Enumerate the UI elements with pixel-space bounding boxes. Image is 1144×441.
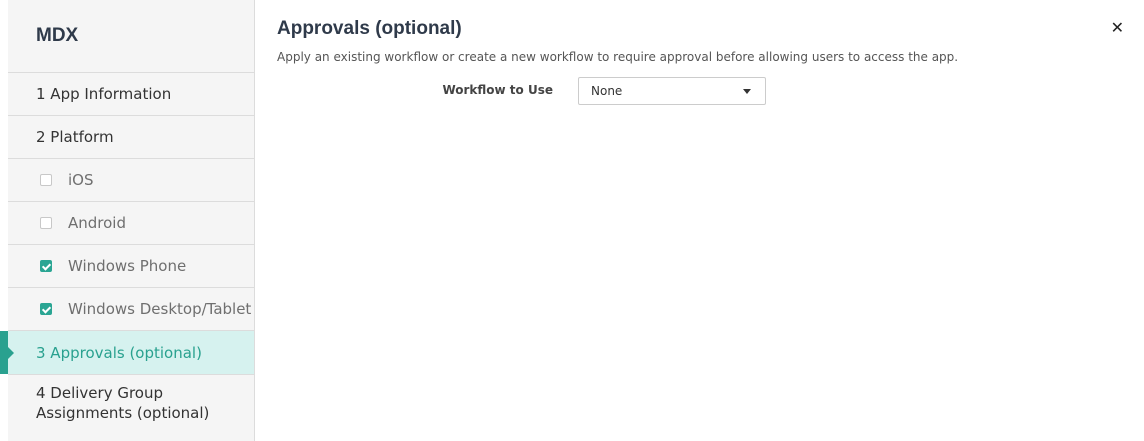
close-icon[interactable]: ✕ bbox=[1111, 20, 1124, 36]
sidebar: MDX 1 App Information 2 Platform iOS And… bbox=[0, 0, 255, 441]
workflow-label: Workflow to Use bbox=[442, 83, 553, 97]
app-window: MDX 1 App Information 2 Platform iOS And… bbox=[0, 0, 1144, 441]
sidebar-item-platform[interactable]: 2 Platform bbox=[8, 116, 254, 159]
sidebar-item-label: 3 Approvals (optional) bbox=[36, 343, 202, 362]
windows-desktop-tablet-checkbox[interactable] bbox=[40, 303, 52, 315]
sidebar-item-android[interactable]: Android bbox=[8, 202, 254, 245]
workflow-select[interactable]: None bbox=[578, 77, 766, 105]
windows-phone-checkbox[interactable] bbox=[40, 260, 52, 272]
sidebar-item-app-information[interactable]: 1 App Information bbox=[8, 73, 254, 116]
sidebar-item-label: iOS bbox=[68, 171, 94, 189]
sidebar-item-label: 1 App Information bbox=[36, 85, 172, 103]
sidebar-item-label: 2 Platform bbox=[36, 128, 114, 146]
sidebar-item-windows-desktop-tablet[interactable]: Windows Desktop/Tablet bbox=[8, 288, 254, 331]
main-panel: Approvals (optional) Apply an existing w… bbox=[275, 0, 1144, 441]
sidebar-item-label: Windows Phone bbox=[68, 257, 187, 275]
workflow-field-row: Workflow to Use None bbox=[275, 77, 775, 107]
sidebar-item-label: 4 Delivery Group Assignments (optional) bbox=[36, 384, 210, 422]
page-description: Apply an existing workflow or create a n… bbox=[277, 50, 959, 64]
sidebar-item-label: Android bbox=[68, 214, 126, 232]
sidebar-title: MDX bbox=[8, 0, 254, 73]
sidebar-item-windows-phone[interactable]: Windows Phone bbox=[8, 245, 254, 288]
sidebar-item-delivery-group-assignments[interactable]: 4 Delivery Group Assignments (optional) bbox=[8, 375, 254, 431]
sidebar-item-label: Windows Desktop/Tablet bbox=[68, 300, 252, 318]
ios-checkbox[interactable] bbox=[40, 174, 52, 186]
page-title: Approvals (optional) bbox=[277, 18, 462, 39]
chevron-down-icon bbox=[743, 89, 751, 94]
sidebar-item-approvals[interactable]: 3 Approvals (optional) bbox=[0, 331, 254, 375]
android-checkbox[interactable] bbox=[40, 217, 52, 229]
workflow-select-value: None bbox=[591, 84, 623, 98]
sidebar-item-ios[interactable]: iOS bbox=[8, 159, 254, 202]
